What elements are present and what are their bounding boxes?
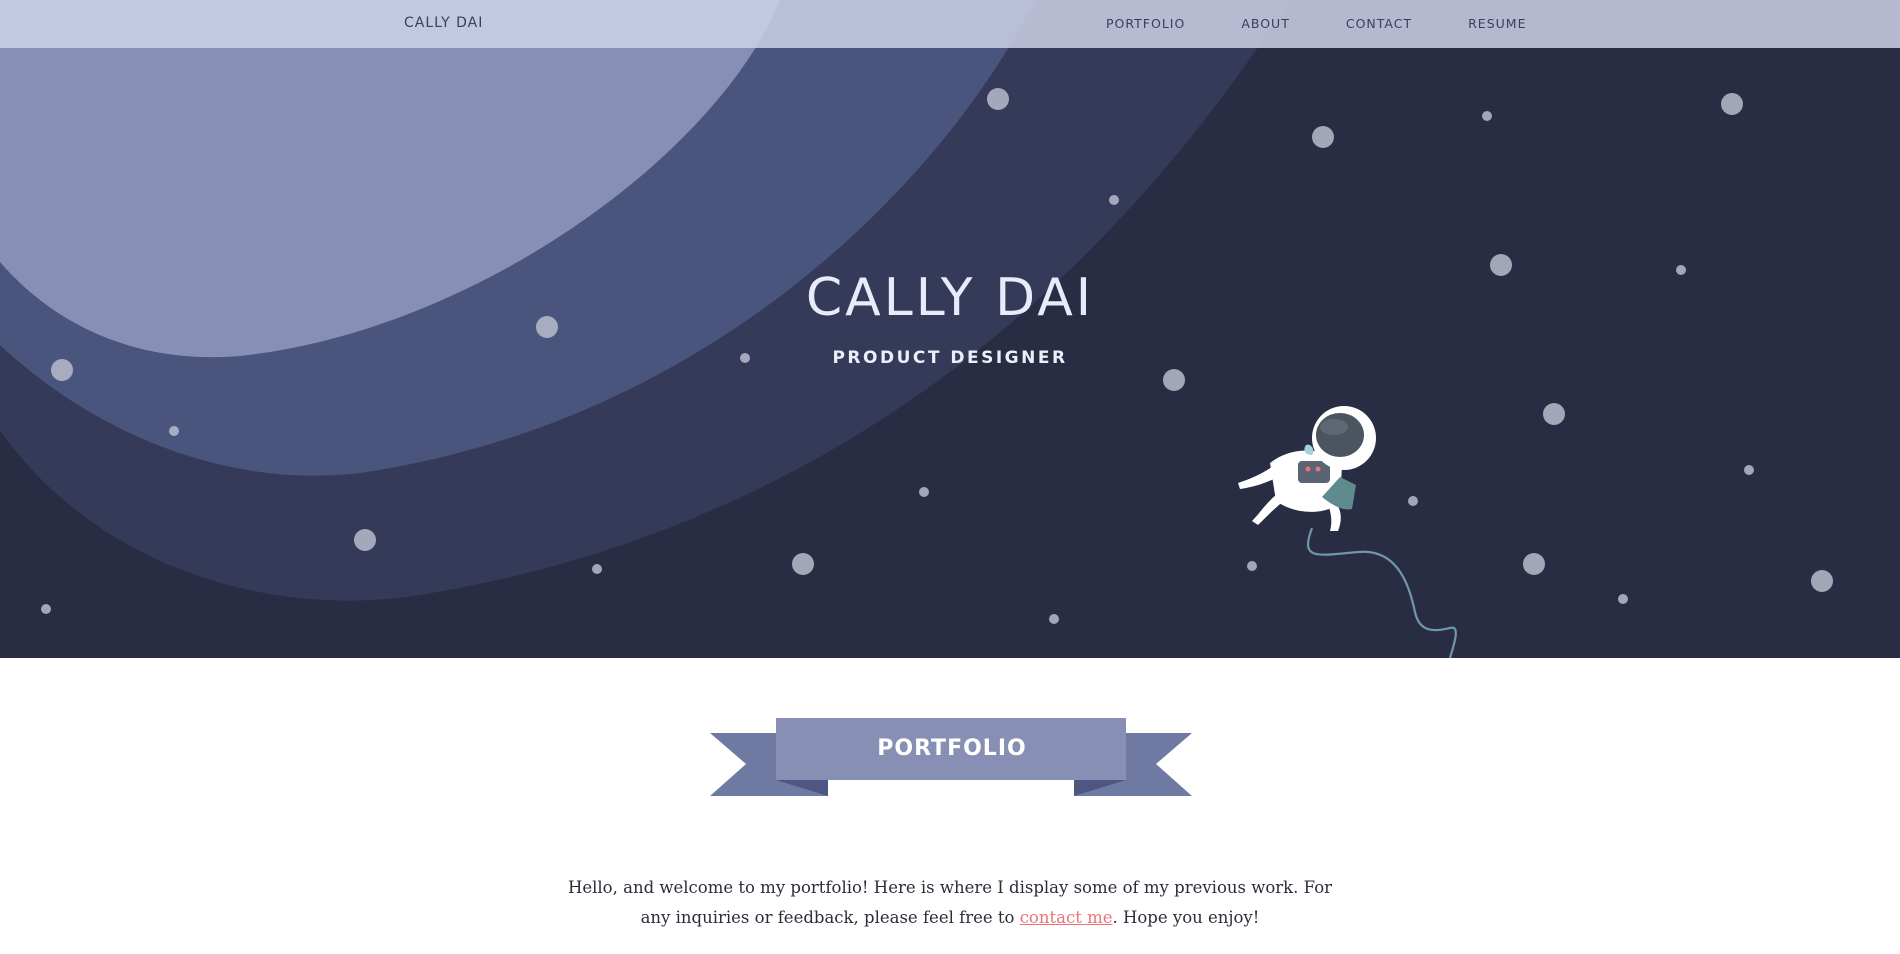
- contact-me-link[interactable]: contact me: [1020, 908, 1113, 927]
- star-dot: [1744, 465, 1754, 475]
- star-dot: [792, 553, 814, 575]
- nav-link-resume[interactable]: RESUME: [1468, 16, 1526, 31]
- star-dot: [1811, 570, 1833, 592]
- hero-section: CALLY DAI PRODUCT DESIGNER: [0, 0, 1900, 658]
- portfolio-heading: PORTFOLIO: [877, 736, 1027, 761]
- star-dot: [987, 88, 1009, 110]
- star-dot: [1247, 561, 1257, 571]
- star-dot: [1408, 496, 1418, 506]
- star-dot: [354, 529, 376, 551]
- hero-title: CALLY DAI: [805, 268, 1095, 328]
- star-dot: [1109, 195, 1119, 205]
- star-dot: [592, 564, 602, 574]
- intro-text-end: . Hope you enjoy!: [1112, 907, 1260, 927]
- star-dot: [919, 487, 929, 497]
- top-navigation: CALLY DAI PORTFOLIO ABOUT CONTACT RESUME: [0, 0, 1900, 48]
- hero-subtitle: PRODUCT DESIGNER: [832, 348, 1068, 368]
- star-dot: [41, 604, 51, 614]
- nav-link-contact[interactable]: CONTACT: [1346, 16, 1412, 31]
- star-dot: [1482, 111, 1492, 121]
- star-dot: [1049, 614, 1059, 624]
- space-background: [0, 0, 1833, 658]
- star-dot: [1163, 369, 1185, 391]
- star-dot: [1523, 553, 1545, 575]
- star-dot: [1312, 126, 1334, 148]
- intro-paragraph: Hello, and welcome to my portfolio! Here…: [560, 873, 1340, 933]
- nav-brand-link[interactable]: CALLY DAI: [404, 15, 483, 31]
- nav-link-about[interactable]: ABOUT: [1241, 16, 1290, 31]
- nav-links: PORTFOLIO ABOUT CONTACT RESUME: [1106, 16, 1582, 31]
- astronaut-tether: [1306, 527, 1457, 658]
- star-dot: [1721, 93, 1743, 115]
- star-dot: [169, 426, 179, 436]
- nav-link-portfolio[interactable]: PORTFOLIO: [1106, 16, 1185, 31]
- astronaut-icon: [1238, 406, 1376, 531]
- star-dot: [1543, 403, 1565, 425]
- star-dot: [1618, 594, 1628, 604]
